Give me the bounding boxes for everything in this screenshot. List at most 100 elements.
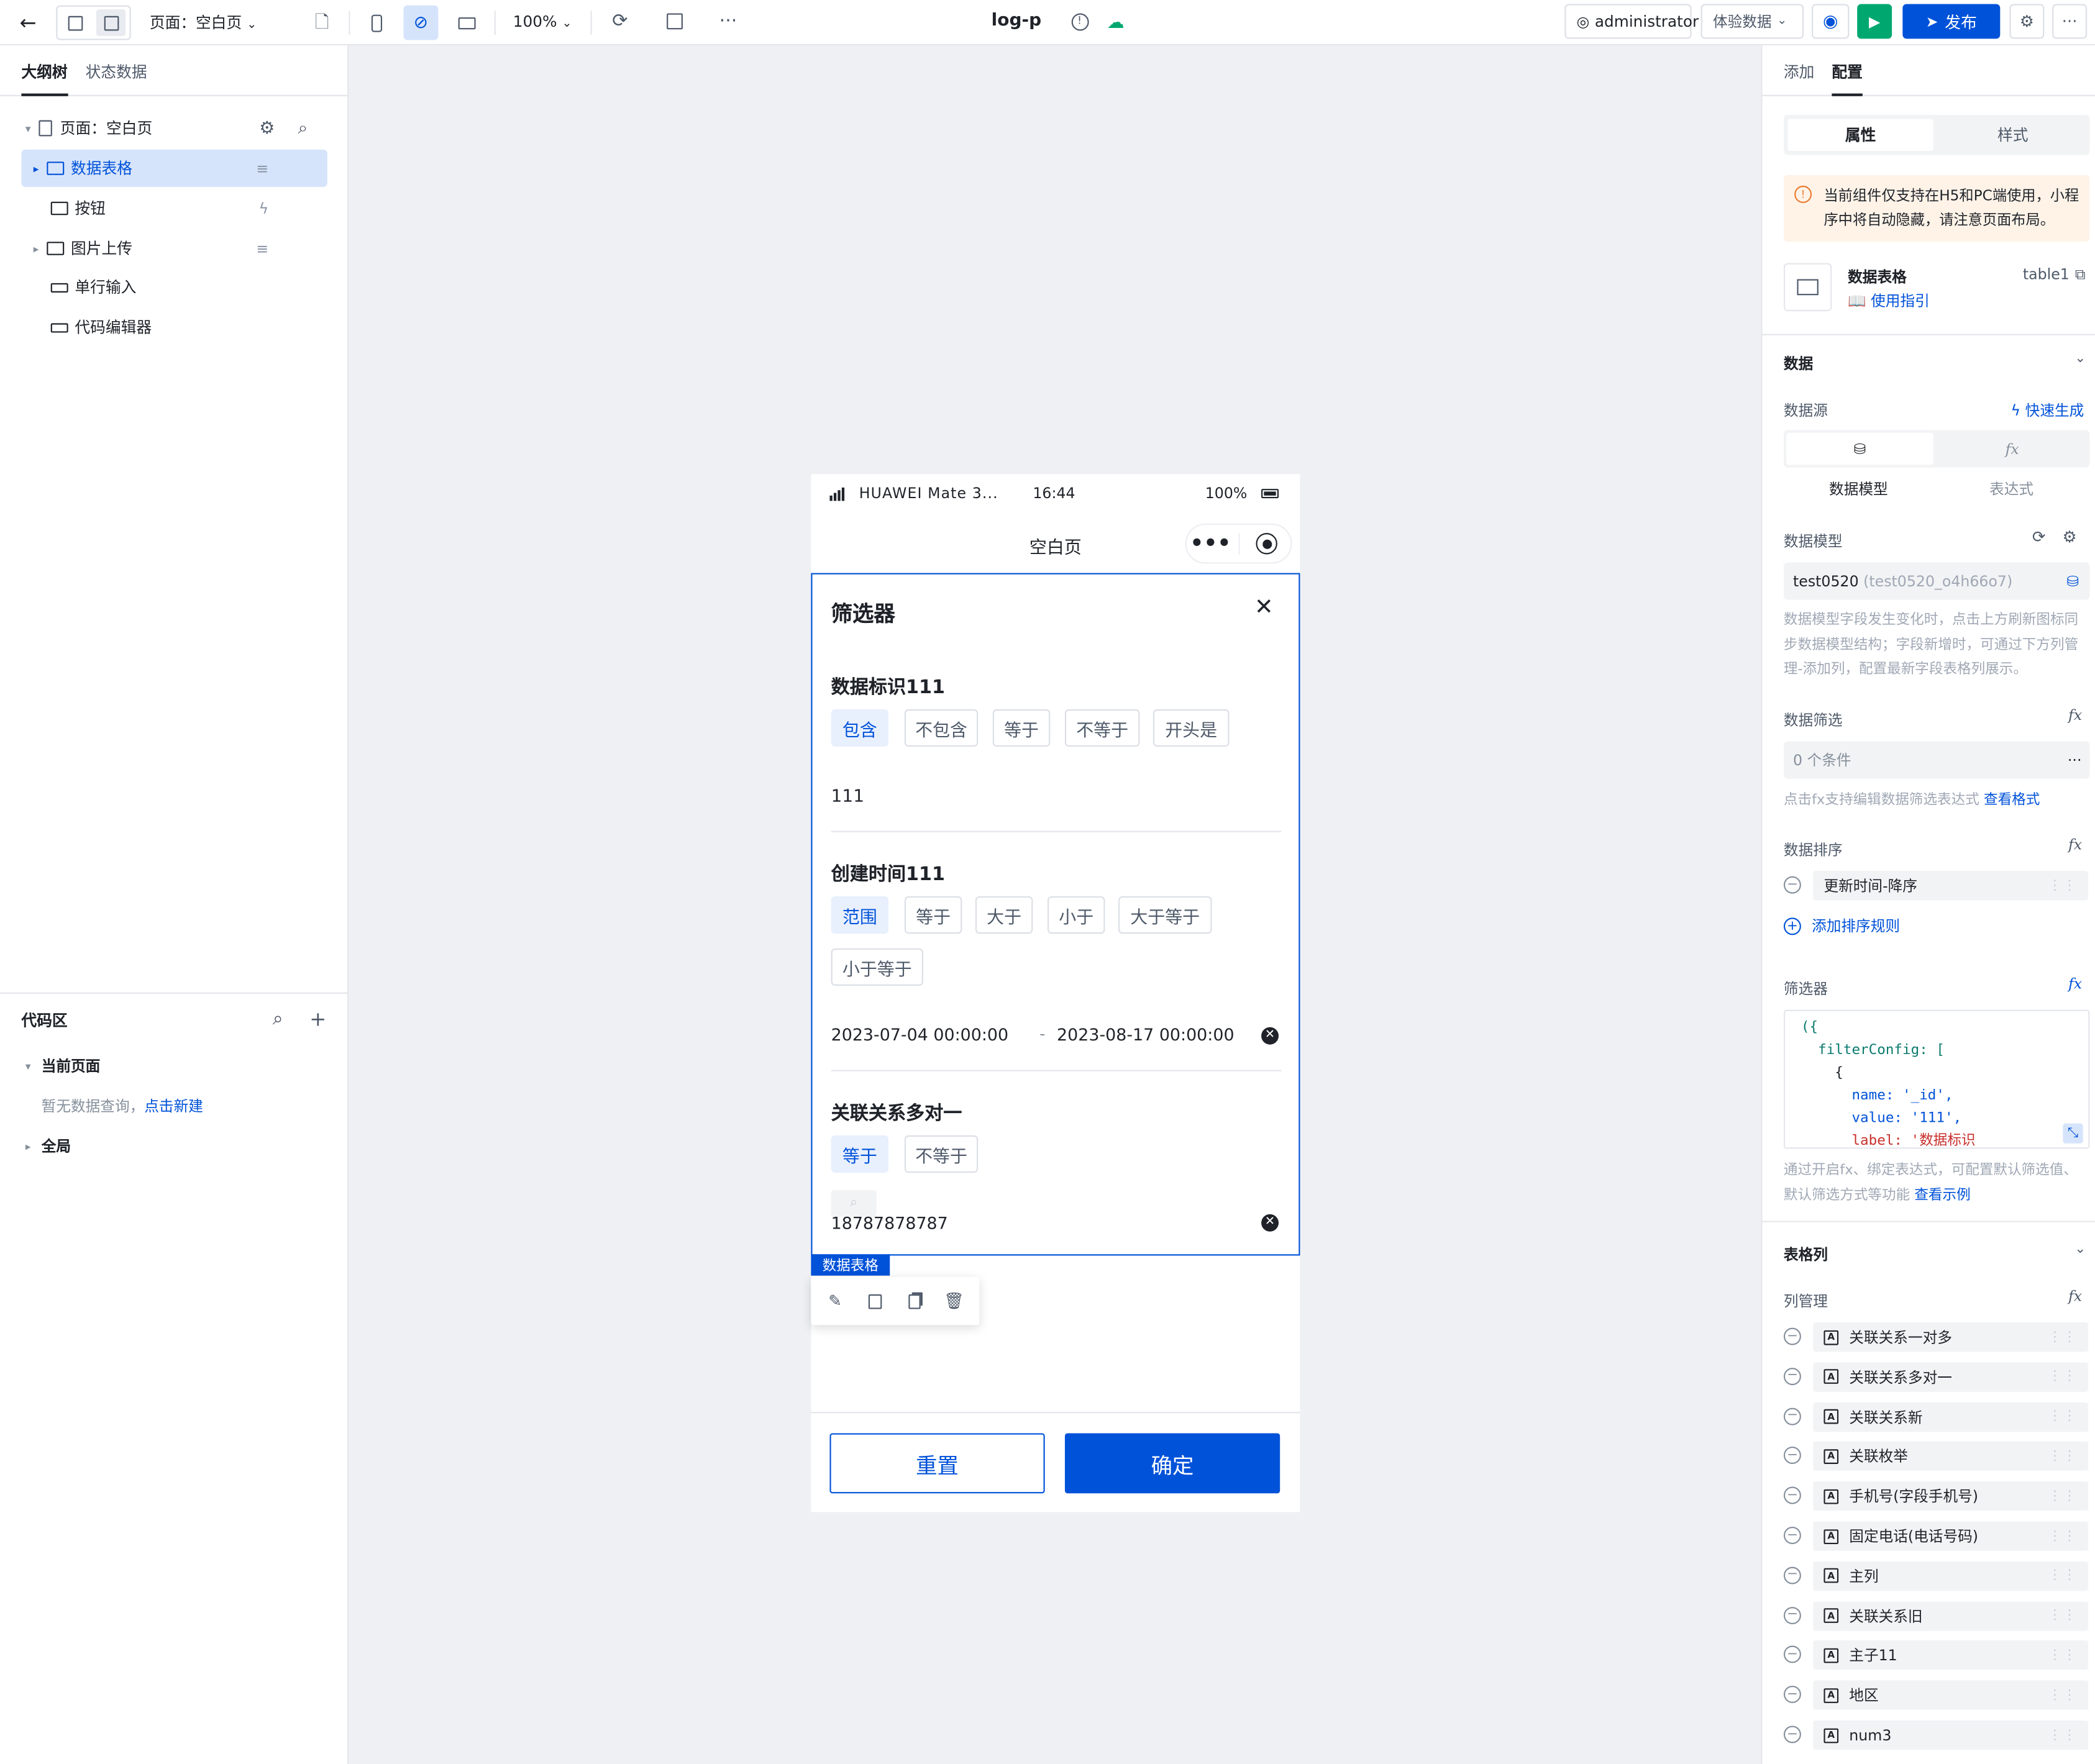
remove-circle-icon[interactable]: − — [1783, 1606, 1801, 1624]
chip-less[interactable]: 小于 — [1047, 896, 1105, 934]
publish-button[interactable]: ➤ 发布 — [1902, 4, 2001, 39]
copy-icon[interactable]: ⧉ — [2072, 266, 2088, 283]
drag-handle-icon[interactable]: ⋮⋮ — [2048, 1529, 2078, 1543]
column-row[interactable]: A 主子11 ⋮⋮ — [1813, 1640, 2089, 1670]
close-icon[interactable]: ✕ — [1253, 596, 1274, 619]
chip-not-equals[interactable]: 不等于 — [904, 1135, 979, 1173]
column-row[interactable]: A 地区 ⋮⋮ — [1813, 1680, 2089, 1711]
page-selector[interactable]: 页面：空白页 ⌄ — [150, 12, 257, 33]
column-row[interactable]: A 关联关系多对一 ⋮⋮ — [1813, 1362, 2089, 1392]
filter-code-editor[interactable]: ({ filterConfig: [ { name: '_id', value:… — [1783, 1009, 2090, 1149]
drag-handle-icon[interactable]: ⋮⋮ — [2048, 1330, 2078, 1345]
layout-view-icon[interactable] — [96, 9, 126, 37]
fx-icon[interactable]: fx — [1938, 433, 2086, 465]
drag-handle-icon[interactable]: ⋮⋮ — [2048, 1409, 2078, 1424]
column-row[interactable]: A 关联关系旧 ⋮⋮ — [1813, 1601, 2089, 1630]
save-icon[interactable] — [864, 1290, 885, 1311]
chip-contains[interactable]: 包含 — [831, 709, 889, 747]
column-row[interactable]: A 关联关系一对多 ⋮⋮ — [1813, 1322, 2089, 1352]
fx-icon[interactable]: fx — [2068, 707, 2082, 724]
tree-item-code-editor[interactable]: 代码编辑器 — [21, 309, 327, 346]
chip-not-equals[interactable]: 不等于 — [1064, 709, 1140, 747]
tree-item-image-upload[interactable]: ▸ 图片上传 ≡ — [21, 230, 327, 267]
back-arrow-icon[interactable]: ← — [16, 11, 40, 35]
reset-button[interactable]: 重置 — [829, 1433, 1045, 1494]
search-icon[interactable]: ⌕ — [298, 118, 308, 138]
relation-value-input[interactable]: 18787878787 — [831, 1213, 948, 1233]
ds-option-expression[interactable]: 表达式 — [1989, 478, 2033, 499]
add-sort-rule-button[interactable]: + 添加排序规则 — [1783, 915, 1900, 936]
date-start-input[interactable]: 2023-07-04 00:00:00 — [831, 1024, 1009, 1044]
chip-greater[interactable]: 大于 — [975, 896, 1033, 934]
layout-panel-icon[interactable] — [663, 9, 687, 34]
column-row[interactable]: Anum3 ⋮⋮ — [1813, 1720, 2089, 1750]
more-icon[interactable]: ··· — [2068, 752, 2082, 769]
new-page-icon[interactable]: 🗋 — [310, 11, 334, 35]
preview-eye-icon[interactable]: ◉ — [1812, 4, 1850, 39]
view-format-link[interactable]: 查看格式 — [1984, 792, 2040, 808]
tree-item-page[interactable]: ▾ 页面：空白页 ⚙ ⌕ — [21, 109, 327, 147]
drag-handle-icon[interactable]: ⋮⋮ — [2048, 1608, 2078, 1623]
confirm-button[interactable]: 确定 — [1064, 1433, 1280, 1494]
drag-handle-icon[interactable]: ⋮⋮ — [2048, 1648, 2078, 1663]
text-value-input[interactable]: 111 — [831, 787, 864, 807]
copy-icon[interactable] — [903, 1290, 924, 1311]
add-plus-icon[interactable]: + — [306, 1007, 330, 1031]
remove-circle-icon[interactable]: − — [1783, 1486, 1801, 1504]
more-dots-icon[interactable]: ••• — [1190, 530, 1231, 557]
chevron-down-icon[interactable]: ⌄ — [2072, 1242, 2088, 1258]
remove-circle-icon[interactable]: − — [1783, 1327, 1801, 1345]
sort-rule-row[interactable]: 更新时间-降序 ⋮⋮ — [1813, 871, 2089, 901]
settings-gear-icon[interactable]: ⚙ — [2009, 4, 2045, 39]
ds-option-model[interactable]: 数据模型 — [1829, 478, 1888, 499]
chip-not-contains[interactable]: 不包含 — [904, 709, 979, 747]
user-menu[interactable]: ◎ administrator — [1564, 4, 1699, 39]
chip-less-equal[interactable]: 小于等于 — [831, 948, 924, 986]
global-group[interactable]: ▸ 全局 — [25, 1135, 71, 1157]
tab-outline[interactable]: 大纲树 — [21, 61, 68, 96]
remove-circle-icon[interactable]: − — [1783, 1725, 1801, 1744]
fx-icon[interactable]: fx — [2068, 1288, 2082, 1305]
miniprogram-device-icon[interactable]: ⊘ — [403, 5, 439, 40]
more-icon[interactable]: ··· — [716, 9, 741, 34]
edit-pencil-icon[interactable]: ✎ — [824, 1290, 846, 1311]
drag-handle-icon[interactable]: ⋮⋮ — [2048, 1449, 2078, 1464]
remove-circle-icon[interactable]: − — [1783, 876, 1801, 894]
column-row[interactable]: A 关联枚举 ⋮⋮ — [1813, 1442, 2089, 1471]
filter-panel[interactable]: 筛选器 ✕ 数据标识111 包含 不包含 等于 不等于 开头是 111 创建时间… — [811, 573, 1300, 1256]
delete-trash-icon[interactable]: 🗑 — [943, 1290, 964, 1311]
drag-handle-icon[interactable]: ⋮⋮ — [2048, 1370, 2078, 1384]
zoom-select[interactable]: 100% ⌄ — [513, 12, 572, 30]
drag-handle-icon[interactable]: ⋮⋮ — [2048, 878, 2078, 893]
clear-circle-icon[interactable]: ✕ — [1261, 1027, 1279, 1045]
drag-handle-icon[interactable]: ⋮⋮ — [2048, 1688, 2078, 1703]
more-menu-icon[interactable]: ··· — [2052, 4, 2088, 39]
seg-props[interactable]: 属性 — [1787, 119, 1933, 152]
usage-guide-link[interactable]: 📖 使用指引 — [1848, 290, 1930, 311]
remove-circle-icon[interactable]: − — [1783, 1566, 1801, 1584]
outline-view-icon[interactable] — [61, 9, 88, 37]
drag-handle-icon[interactable]: ⋮⋮ — [2048, 1568, 2078, 1583]
column-row[interactable]: A 固定电话(电话号码) ⋮⋮ — [1813, 1521, 2089, 1551]
search-icon[interactable]: ⌕ — [266, 1007, 290, 1031]
current-page-group[interactable]: ▾ 当前页面 — [25, 1055, 100, 1076]
chip-range[interactable]: 范围 — [831, 896, 889, 934]
create-new-link[interactable]: 点击新建 — [144, 1098, 203, 1116]
component-tag[interactable]: 数据表格 — [811, 1254, 890, 1276]
column-row[interactable]: A 手机号(字段手机号) ⋮⋮ — [1813, 1481, 2089, 1511]
remove-circle-icon[interactable]: − — [1783, 1646, 1801, 1664]
chip-equals[interactable]: 等于 — [831, 1135, 889, 1173]
info-icon[interactable]: ! — [1067, 9, 1092, 34]
settings-gear-icon[interactable]: ⚙ — [2060, 527, 2079, 546]
cloud-sync-icon[interactable]: ☁ — [1103, 11, 1128, 35]
remove-circle-icon[interactable]: − — [1783, 1447, 1801, 1465]
fx-icon[interactable]: fx — [2068, 975, 2082, 993]
filter-condition-field[interactable]: 0 个条件 ··· — [1783, 741, 2090, 779]
column-row[interactable]: A 主列 ⋮⋮ — [1813, 1561, 2089, 1591]
tab-add[interactable]: 添加 — [1784, 61, 1814, 83]
database-icon[interactable]: ⛁ — [1786, 432, 1933, 465]
remove-circle-icon[interactable]: − — [1783, 1527, 1801, 1544]
run-play-icon[interactable]: ▶ — [1857, 4, 1892, 39]
remove-circle-icon[interactable]: − — [1783, 1407, 1801, 1425]
desktop-device-icon[interactable] — [453, 9, 480, 36]
